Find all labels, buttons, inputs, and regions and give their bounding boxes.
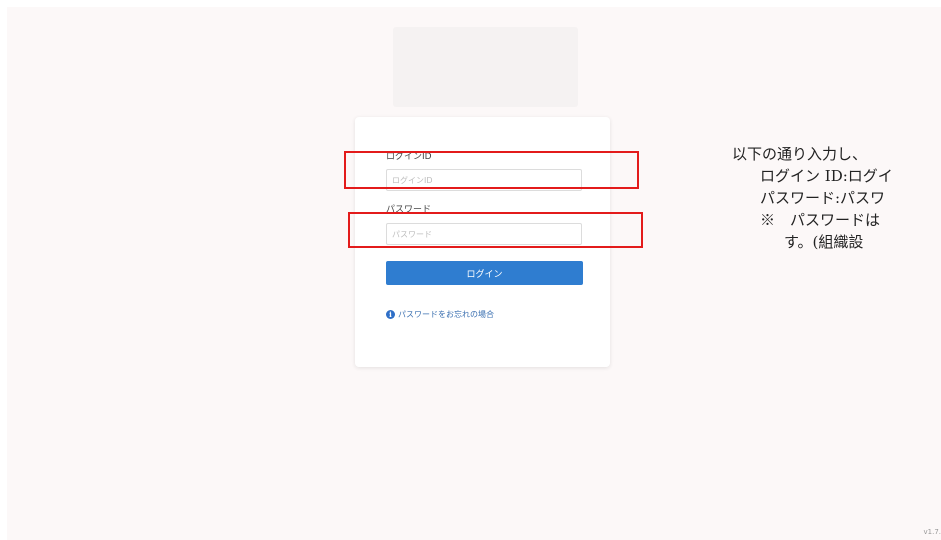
login-button[interactable]: ログイン <box>386 261 583 285</box>
logo-area <box>393 27 578 107</box>
instruction-line-1: 以下の通り入力し、 <box>732 145 868 163</box>
instruction-text: 以下の通り入力し、 ログイン ID:ログイ パスワード:パスワ ※ パスワードは… <box>732 143 893 253</box>
instruction-line-4: ※ パスワードは <box>760 211 881 229</box>
forgot-password-label: パスワードをお忘れの場合 <box>398 310 494 319</box>
instruction-line-5: す。(組織設 <box>784 233 864 251</box>
version-text: v1.7. <box>923 528 941 536</box>
info-icon: i <box>386 310 395 319</box>
instruction-line-2: ログイン ID:ログイ <box>760 167 893 185</box>
forgot-password-link[interactable]: i パスワードをお忘れの場合 <box>386 309 494 320</box>
password-highlight-box <box>348 212 643 248</box>
instruction-line-3: パスワード:パスワ <box>760 189 886 207</box>
login-id-highlight-box <box>344 151 639 189</box>
screenshot-area: ログインID パスワード ログイン i パスワードをお忘れの場合 以下の通り入力… <box>7 7 941 540</box>
